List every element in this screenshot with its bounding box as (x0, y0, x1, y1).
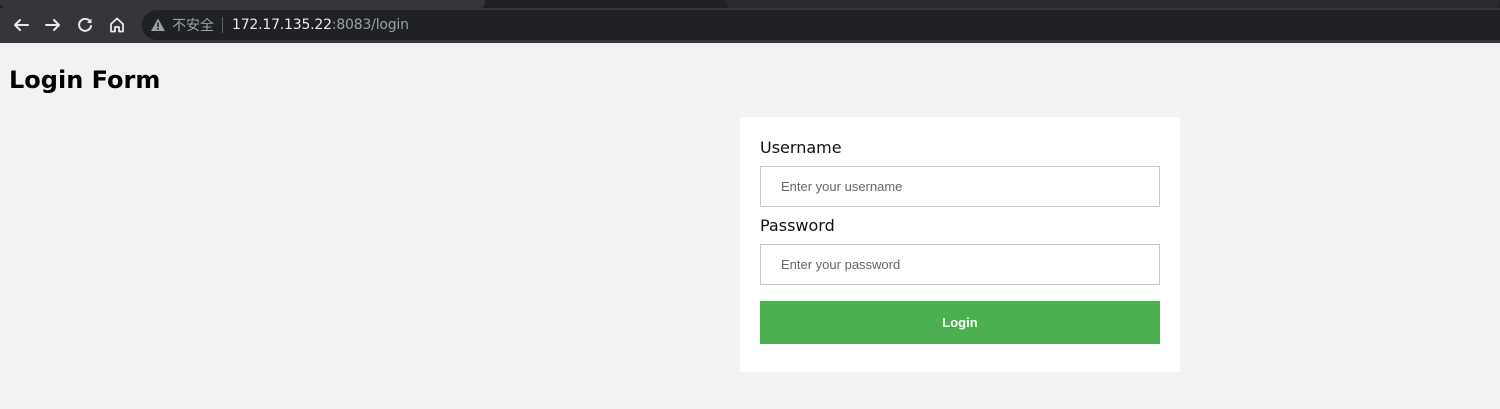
address-divider (222, 17, 223, 33)
url-path: :8083/login (331, 17, 409, 33)
login-form-card: Username Password Login (740, 117, 1180, 372)
reload-button[interactable] (70, 10, 100, 40)
back-arrow-icon (14, 19, 29, 31)
password-label: Password (760, 216, 835, 235)
url-text[interactable]: 172.17.135.22:8083/login (232, 17, 409, 33)
home-button[interactable] (102, 10, 132, 40)
forward-button[interactable] (38, 10, 68, 40)
browser-tab-strip (0, 0, 1500, 8)
address-bar[interactable]: 不安全 172.17.135.22:8083/login (142, 10, 1500, 40)
browser-tab[interactable] (726, 0, 1500, 8)
page-title: Login Form (9, 66, 161, 94)
login-button[interactable]: Login (760, 301, 1160, 344)
password-input[interactable] (760, 244, 1160, 285)
browser-toolbar: 不安全 172.17.135.22:8083/login (0, 8, 1500, 43)
username-label: Username (760, 138, 842, 157)
back-button[interactable] (6, 10, 36, 40)
browser-tab[interactable] (0, 0, 485, 8)
home-icon (110, 17, 124, 33)
forward-arrow-icon (45, 19, 60, 31)
warning-icon[interactable] (150, 17, 166, 33)
username-input[interactable] (760, 166, 1160, 207)
reload-icon (78, 17, 92, 32)
url-host: 172.17.135.22 (232, 17, 332, 33)
security-status-label[interactable]: 不安全 (172, 15, 214, 35)
